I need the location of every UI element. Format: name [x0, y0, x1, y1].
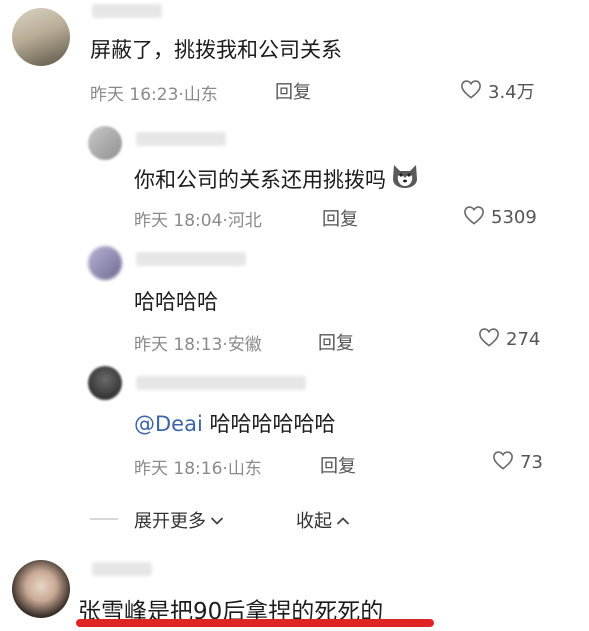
username-blurred [92, 4, 162, 18]
avatar[interactable] [12, 8, 70, 66]
reply-text: 哈哈哈哈 [134, 290, 218, 314]
reply-text-content: 哈哈哈哈哈哈 [202, 412, 336, 436]
mention-link[interactable]: @Deai [134, 412, 203, 436]
reply-button[interactable]: 回复 [320, 452, 356, 478]
reply-time: 昨天 18:04 [134, 211, 223, 231]
comment-text: 屏蔽了，挑拨我和公司关系 [90, 38, 342, 62]
reply-meta: 昨天 18:04·河北 [134, 206, 262, 231]
reply-text: @Deai 哈哈哈哈哈哈 [134, 408, 335, 438]
comment-time: 昨天 16:23 [90, 85, 179, 105]
reply-text-content: 你和公司的关系还用挑拨吗 [134, 167, 386, 192]
collapse-button[interactable]: 收起 [296, 507, 350, 533]
reply-text: 你和公司的关系还用挑拨吗 [134, 162, 420, 195]
like-button[interactable]: 5309 [463, 205, 537, 230]
like-button[interactable]: 73 [492, 450, 543, 475]
username-blurred [136, 376, 306, 390]
like-button[interactable]: 274 [478, 327, 540, 352]
reply-meta: 昨天 18:16·山东 [134, 454, 262, 479]
avatar[interactable] [88, 126, 122, 160]
chevron-up-icon [336, 510, 350, 531]
reply-location: 山东 [227, 459, 262, 479]
heart-icon [460, 79, 482, 104]
highlight-underline [76, 619, 434, 627]
reply-button[interactable]: 回复 [275, 78, 311, 104]
username-blurred [136, 252, 246, 266]
reply-location: 安徽 [227, 335, 262, 355]
husky-emoji-icon [390, 162, 420, 195]
reply-meta: 昨天 18:13·安徽 [134, 330, 262, 355]
expand-more-label: 展开更多 [134, 511, 206, 532]
heart-icon [492, 450, 514, 475]
thread-divider [90, 518, 118, 520]
comment-location: 山东 [183, 85, 218, 105]
reply-button[interactable]: 回复 [322, 205, 358, 231]
like-count: 5309 [491, 207, 537, 228]
avatar[interactable] [88, 246, 122, 280]
reply-location: 河北 [227, 211, 262, 231]
reply-time: 昨天 18:13 [134, 335, 223, 355]
like-count: 3.4万 [488, 82, 535, 103]
heart-icon [478, 327, 500, 352]
like-count: 73 [520, 452, 543, 473]
username-blurred [92, 562, 152, 576]
avatar[interactable] [12, 560, 70, 618]
heart-icon [463, 205, 485, 230]
chevron-down-icon [210, 510, 224, 531]
reply-button[interactable]: 回复 [318, 329, 354, 355]
like-count: 274 [506, 329, 541, 350]
username-blurred [136, 132, 226, 146]
avatar[interactable] [88, 366, 122, 400]
reply-time: 昨天 18:16 [134, 459, 223, 479]
like-button[interactable]: 3.4万 [460, 78, 535, 104]
comment-meta: 昨天 16:23·山东 [90, 80, 218, 105]
expand-more-button[interactable]: 展开更多 [134, 507, 224, 533]
collapse-label: 收起 [296, 511, 332, 532]
